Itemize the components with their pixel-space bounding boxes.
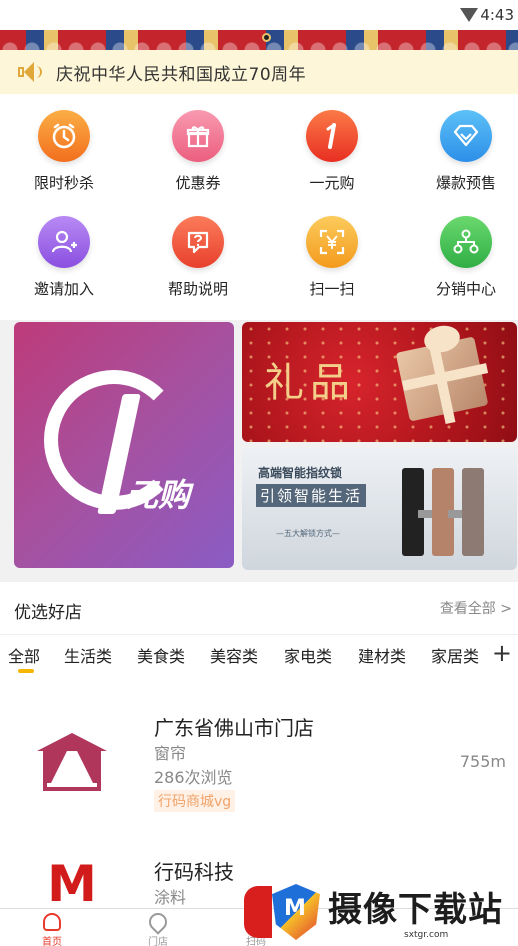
shop-name: 行码科技 [154, 860, 234, 884]
shop-category: 窗帘 [154, 744, 187, 763]
grid-item-presale[interactable]: 爆款预售 [416, 110, 516, 193]
grid-item-help[interactable]: 帮助说明 [148, 216, 248, 299]
wifi-icon [460, 8, 478, 22]
status-bar: 4:43 [0, 0, 518, 30]
shop-name: 广东省佛山市门店 [154, 716, 314, 740]
promo-section: 元购 礼品 高端智能指纹锁 引领智能生活 —五大解锁方式— [0, 320, 518, 582]
tab-all[interactable]: 全部 [8, 643, 40, 667]
tab-label: 门店 [148, 937, 168, 946]
decorative-banner-strip [0, 30, 518, 50]
grid-item-label: 优惠券 [175, 174, 221, 192]
door-lock-image [462, 468, 484, 556]
add-category-button[interactable]: + [492, 639, 512, 667]
grid-item-label: 一元购 [309, 174, 355, 192]
tab-beauty[interactable]: 美容类 [210, 643, 258, 667]
home-icon [43, 913, 61, 931]
tab-appliance[interactable]: 家电类 [284, 643, 332, 667]
shop-logo: M [18, 854, 126, 914]
lantern-ornament [262, 33, 271, 42]
tab-label: 首页 [42, 937, 62, 946]
grid-item-label: 分销中心 [435, 280, 496, 298]
promo-one-yuan-text: 元购 [126, 476, 191, 514]
shop-tag: 行码商城vg [154, 790, 236, 812]
tab-home[interactable]: 家居类 [431, 643, 479, 667]
curtain-house-icon [37, 733, 107, 791]
promo-one-yuan-banner[interactable]: 元购 [14, 322, 234, 568]
location-pin-icon [145, 909, 171, 935]
tab-home[interactable]: 首页 [32, 913, 72, 946]
grid-item-invite[interactable]: 邀请加入 [14, 216, 114, 299]
shop-distance: 755m [459, 752, 506, 771]
promo-gift-banner[interactable]: 礼品 [242, 322, 517, 442]
watermark-overlay: 摄像下载站 sxtgr.com [244, 880, 518, 946]
scan-icon [306, 216, 358, 268]
shop-category: 涂料 [154, 888, 187, 907]
shop-list-item[interactable]: 广东省佛山市门店 窗帘 286次浏览 行码商城vg 755m [0, 700, 518, 840]
promo-lock-line2: 引领智能生活 [256, 484, 367, 507]
view-all-link[interactable]: 查看全部 > [440, 598, 512, 618]
featured-shops-header: 优选好店 查看全部 > [0, 588, 518, 628]
announcement-text: 庆祝中华人民共和国成立70周年 [56, 64, 307, 85]
shop-views: 286次浏览 [154, 768, 233, 787]
shop-logo [18, 712, 126, 812]
grid-item-coupon[interactable]: 优惠券 [148, 110, 248, 193]
watermark-url: sxtgr.com [404, 930, 449, 940]
grid-item-label: 限时秒杀 [33, 174, 94, 192]
add-user-icon [38, 216, 90, 268]
promo-smart-lock-banner[interactable]: 高端智能指纹锁 引领智能生活 —五大解锁方式— [242, 448, 517, 570]
shield-logo-icon [272, 884, 320, 940]
grid-item-label: 帮助说明 [167, 280, 228, 298]
m-letter-logo: M [47, 855, 97, 913]
diamond-icon [440, 110, 492, 162]
category-tabs: 全部 生活类 美食类 美容类 家电类 建材类 家居类 + [0, 634, 518, 674]
status-time: 4:43 [480, 6, 514, 24]
grid-item-label: 邀请加入 [33, 280, 94, 298]
promo-lock-line3: —五大解锁方式— [276, 529, 340, 538]
one-icon [306, 110, 358, 162]
clock-icon [38, 110, 90, 162]
grid-item-label: 爆款预售 [435, 174, 496, 192]
tab-stores[interactable]: 门店 [138, 909, 178, 946]
announcement-bar[interactable]: 庆祝中华人民共和国成立70周年 [0, 50, 518, 94]
quick-entry-grid: 限时秒杀 优惠券 一元购 爆款预售 邀请加入 帮助说明 扫一扫 分销中心 [0, 102, 518, 312]
speaker-icon [16, 59, 42, 85]
tab-life[interactable]: 生活类 [64, 643, 112, 667]
active-tab-indicator [18, 669, 34, 673]
watermark-red-badge [244, 886, 272, 938]
section-title: 优选好店 [14, 603, 82, 623]
promo-lock-line1: 高端智能指纹锁 [258, 466, 343, 480]
grid-item-distribution[interactable]: 分销中心 [416, 216, 516, 299]
grid-item-flash-sale[interactable]: 限时秒杀 [14, 110, 114, 193]
help-icon [172, 216, 224, 268]
network-icon [440, 216, 492, 268]
grid-item-scan[interactable]: 扫一扫 [282, 216, 382, 299]
gift-icon [172, 110, 224, 162]
grid-item-one-yuan[interactable]: 一元购 [282, 110, 382, 193]
tab-building-materials[interactable]: 建材类 [358, 643, 406, 667]
watermark-text: 摄像下载站 [328, 890, 503, 930]
grid-item-label: 扫一扫 [309, 280, 355, 298]
tab-food[interactable]: 美食类 [137, 643, 185, 667]
promo-gift-title: 礼品 [264, 360, 356, 406]
